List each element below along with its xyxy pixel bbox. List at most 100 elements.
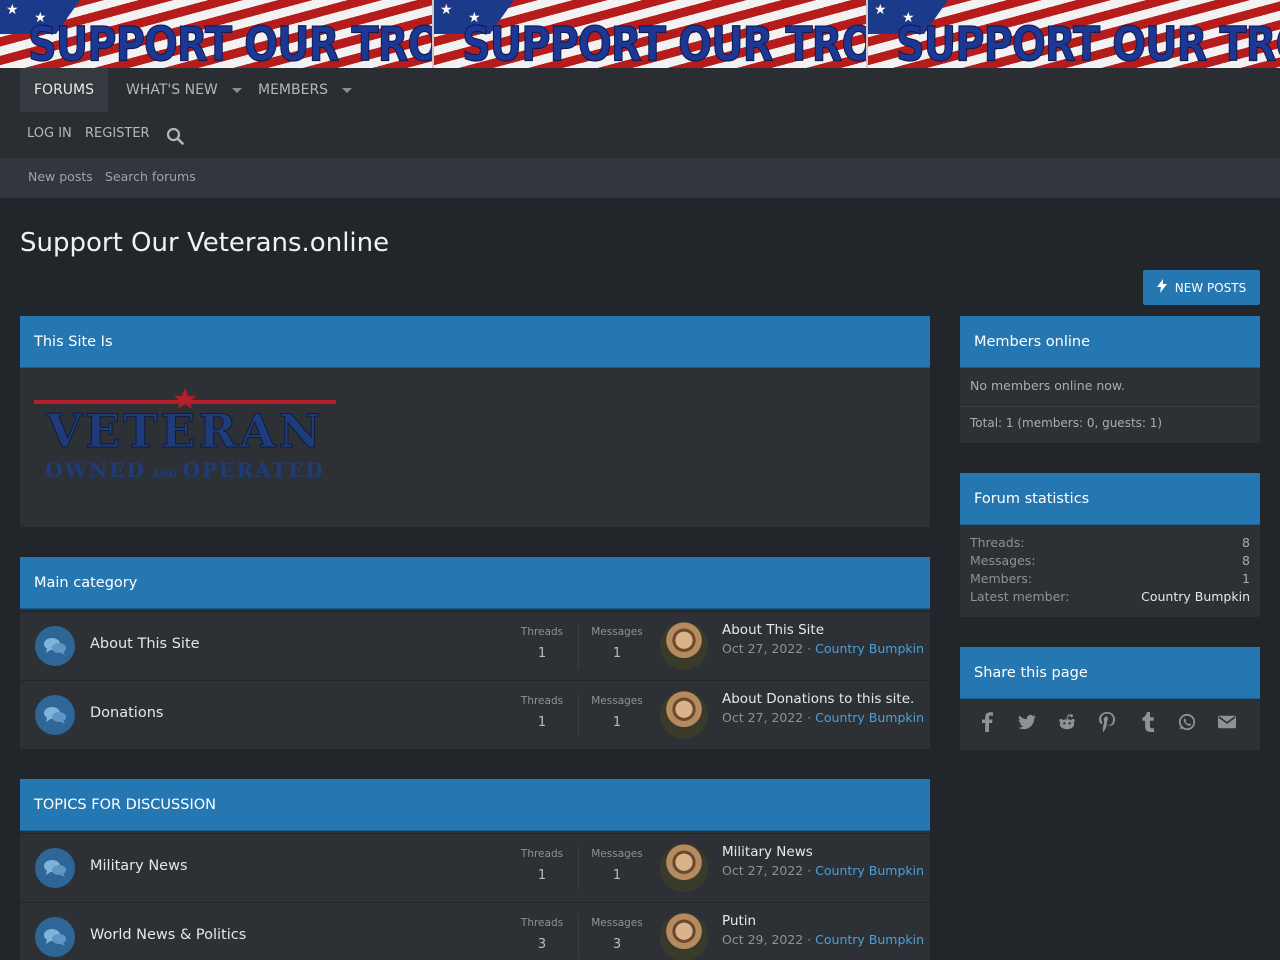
last-post-date[interactable]: Oct 27, 2022 — [722, 641, 803, 656]
tab-forums[interactable]: FORUMS — [20, 68, 109, 112]
forum-title[interactable]: Military News — [90, 858, 188, 874]
logo-text-veteran: VETERAN — [46, 404, 324, 459]
block-header[interactable]: Main category — [20, 557, 930, 609]
forum-comments-icon — [35, 917, 75, 957]
last-post-meta: Oct 27, 2022 · Country Bumpkin — [722, 710, 925, 725]
forum-node: Donations Threads 1 Messages 1 About Don… — [20, 680, 930, 748]
tab-members[interactable]: MEMBERS — [244, 68, 366, 112]
new-posts-link[interactable]: New posts — [28, 169, 93, 184]
forum-title[interactable]: Donations — [90, 705, 163, 721]
avatar[interactable] — [660, 913, 708, 960]
threads-stat: Threads 3 — [510, 917, 574, 952]
messages-label: Messages — [591, 626, 643, 638]
email-icon[interactable] — [1218, 713, 1236, 731]
messages-value: 1 — [612, 715, 622, 730]
new-posts-button-label: NEW POSTS — [1174, 280, 1247, 295]
avatar[interactable] — [660, 844, 708, 892]
share-block: Share this page — [960, 647, 1260, 750]
threads-stat: Threads 1 — [510, 695, 574, 730]
threads-label: Threads — [520, 626, 564, 638]
login-link[interactable]: LOG IN — [27, 126, 72, 141]
block-header: Share this page — [960, 647, 1260, 699]
stats-list: Threads: 8 Messages: 8 Members: 1 Latest… — [970, 535, 1250, 607]
last-post-meta: Oct 29, 2022 · Country Bumpkin — [722, 932, 925, 947]
last-post-user[interactable]: Country Bumpkin — [815, 932, 924, 947]
threads-label: Threads — [520, 848, 564, 860]
messages-label: Messages — [591, 848, 643, 860]
stats-label: Threads: — [970, 535, 1025, 550]
tumblr-icon[interactable] — [1138, 712, 1156, 732]
last-post-date[interactable]: Oct 27, 2022 — [722, 710, 803, 725]
last-post-title[interactable]: About This Site — [722, 622, 824, 638]
last-post-meta: Oct 27, 2022 · Country Bumpkin — [722, 641, 925, 656]
stats-row: Members: 1 — [970, 571, 1250, 589]
block-header[interactable]: TOPICS FOR DISCUSSION — [20, 779, 930, 831]
topics-block: TOPICS FOR DISCUSSION Military News Thre… — [20, 779, 930, 960]
divider — [578, 624, 579, 668]
messages-value: 3 — [612, 937, 622, 952]
divider — [960, 406, 1260, 407]
forum-title[interactable]: About This Site — [90, 636, 200, 652]
block-header[interactable]: Members online — [960, 316, 1260, 368]
messages-stat: Messages 3 — [585, 917, 649, 952]
last-post-date[interactable]: Oct 27, 2022 — [722, 863, 803, 878]
messages-value: 1 — [612, 868, 622, 883]
banner-text: SUPPORT OUR TROOPS — [28, 17, 434, 68]
banner-tile: ★★ SUPPORT OUR TROOPS — [868, 0, 1280, 68]
last-post-date[interactable]: Oct 29, 2022 — [722, 932, 803, 947]
search-forums-link[interactable]: Search forums — [105, 169, 196, 184]
forum-title[interactable]: World News & Politics — [90, 927, 246, 943]
block-title: Main category — [34, 574, 138, 591]
search-icon[interactable] — [166, 127, 184, 149]
this-site-block: This Site Is VETERAN OWNED AND OPERATED — [20, 316, 930, 527]
threads-value: 1 — [537, 868, 547, 883]
banner-tile: ★★ SUPPORT OUR TROOPS — [0, 0, 434, 68]
avatar[interactable] — [660, 622, 708, 670]
latest-member-link[interactable]: Country Bumpkin — [1141, 589, 1250, 607]
messages-value: 1 — [612, 646, 622, 661]
twitter-icon[interactable] — [1018, 713, 1036, 731]
tab-label: WHAT'S NEW — [126, 82, 218, 98]
tab-whats-new[interactable]: WHAT'S NEW — [112, 68, 256, 112]
reddit-icon[interactable] — [1058, 713, 1076, 731]
last-post-user[interactable]: Country Bumpkin — [815, 641, 924, 656]
new-posts-button[interactable]: NEW POSTS — [1143, 270, 1260, 305]
stats-value: 8 — [1242, 553, 1250, 568]
block-title: Share this page — [974, 664, 1088, 681]
threads-label: Threads — [520, 695, 564, 707]
forum-node: About This Site Threads 1 Messages 1 Abo… — [20, 611, 930, 679]
divider — [578, 915, 579, 959]
forum-node: Military News Threads 1 Messages 1 Milit… — [20, 833, 930, 901]
chevron-down-icon[interactable] — [231, 87, 242, 93]
last-post-user[interactable]: Country Bumpkin — [815, 863, 924, 878]
members-online-text: No members online now. — [970, 378, 1125, 393]
stats-label: Latest member: — [970, 589, 1070, 604]
messages-stat: Messages 1 — [585, 848, 649, 883]
block-title: Forum statistics — [974, 490, 1090, 507]
forum-comments-icon — [35, 695, 75, 735]
messages-label: Messages — [591, 917, 643, 929]
forum-statistics-block: Forum statistics Threads: 8 Messages: 8 … — [960, 473, 1260, 617]
avatar[interactable] — [660, 691, 708, 739]
last-post-title[interactable]: Military News — [722, 844, 813, 860]
site-banner[interactable]: ★★ SUPPORT OUR TROOPS ★★ SUPPORT OUR TRO… — [0, 0, 1280, 68]
stats-value: 1 — [1242, 571, 1250, 586]
divider — [578, 693, 579, 737]
stats-label: Messages: — [970, 553, 1036, 568]
last-post-meta: Oct 27, 2022 · Country Bumpkin — [722, 863, 925, 878]
threads-stat: Threads 1 — [510, 626, 574, 661]
logo-text-operated: OPERATED — [182, 458, 325, 482]
share-icons — [978, 712, 1236, 732]
whatsapp-icon[interactable] — [1178, 713, 1196, 731]
register-link[interactable]: REGISTER — [85, 126, 150, 141]
facebook-icon[interactable] — [978, 712, 996, 732]
last-post-title[interactable]: Putin — [722, 913, 756, 929]
stats-row: Messages: 8 — [970, 553, 1250, 571]
logo-text-owned: OWNED — [45, 458, 146, 482]
last-post-title[interactable]: About Donations to this site. — [722, 691, 914, 707]
chevron-down-icon[interactable] — [342, 87, 353, 93]
pinterest-icon[interactable] — [1098, 712, 1116, 732]
top-navigation: FORUMS WHAT'S NEW MEMBERS LOG IN REGISTE… — [0, 68, 1280, 158]
last-post-user[interactable]: Country Bumpkin — [815, 710, 924, 725]
members-online-total: Total: 1 (members: 0, guests: 1) — [970, 416, 1163, 430]
